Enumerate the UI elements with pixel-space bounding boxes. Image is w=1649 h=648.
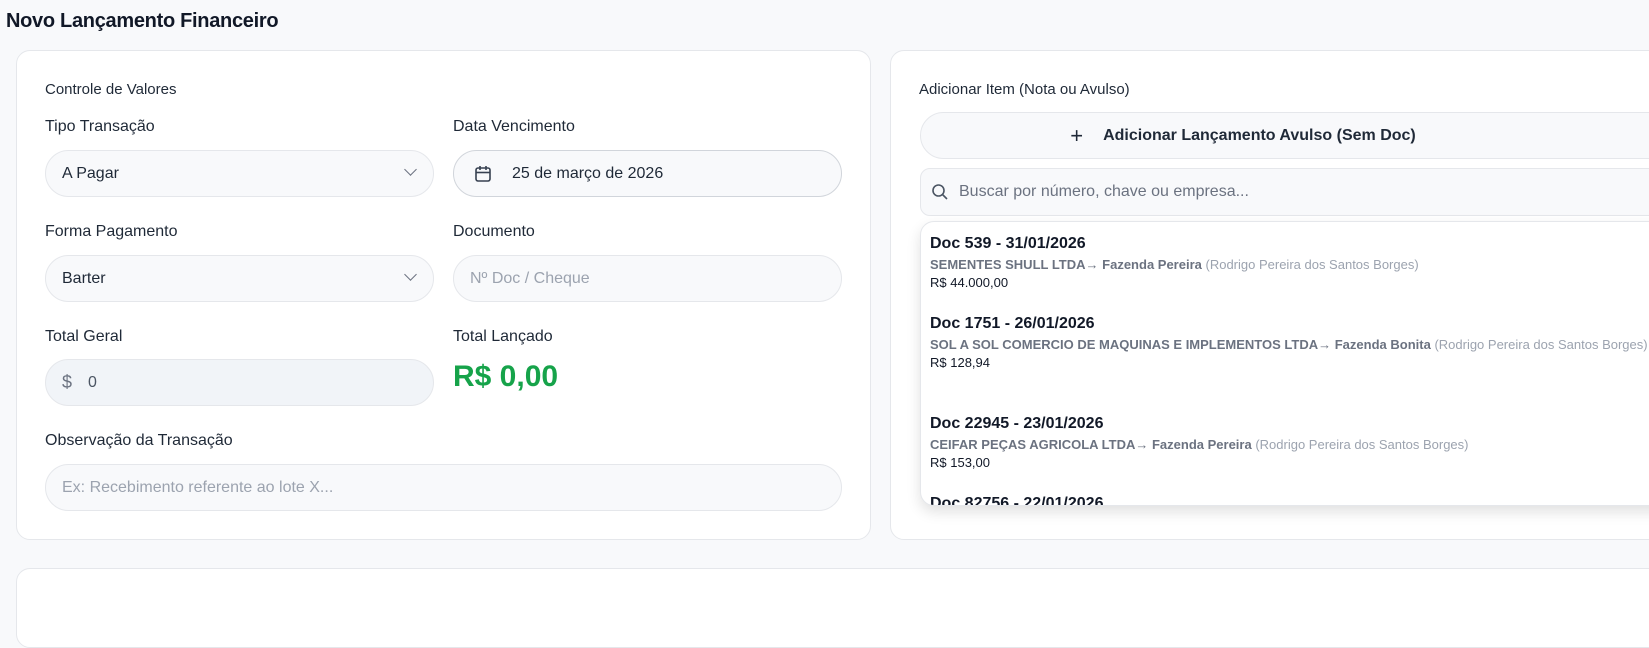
total-geral-input: $ 0 xyxy=(45,359,434,406)
item-owner: (Rodrigo Pereira dos Santos Borges) xyxy=(1434,337,1648,352)
section-title: Controle de Valores xyxy=(45,81,177,98)
tipo-label: Tipo Transação xyxy=(45,118,155,135)
item-value: R$ 44.000,00 xyxy=(930,275,1009,290)
observacao-label: Observação da Transação xyxy=(45,432,233,449)
add-avulso-label: Adicionar Lançamento Avulso (Sem Doc) xyxy=(1103,126,1416,144)
list-item[interactable]: Doc 1751 - 26/01/2026 SOL A SOL COMERCIO… xyxy=(930,314,1649,372)
chevron-down-icon xyxy=(404,163,417,176)
observacao-placeholder: Ex: Recebimento referente ao lote X... xyxy=(62,478,334,496)
documento-placeholder: Nº Doc / Cheque xyxy=(470,269,590,287)
item-title: Doc 539 - 31/01/2026 xyxy=(930,235,1086,252)
forma-select[interactable]: Barter xyxy=(45,255,434,302)
forma-value: Barter xyxy=(62,269,106,287)
item-supplier: CEIFAR PEÇAS AGRICOLA LTDA xyxy=(930,437,1136,452)
tipo-select[interactable]: A Pagar xyxy=(45,150,434,197)
item-owner: (Rodrigo Pereira dos Santos Borges) xyxy=(1205,257,1419,272)
item-title: Doc 22945 - 23/01/2026 xyxy=(930,415,1104,432)
list-item[interactable]: Doc 82756 - 22/01/2026 xyxy=(930,494,1649,506)
page-title: Novo Lançamento Financeiro xyxy=(6,10,279,32)
tipo-value: A Pagar xyxy=(62,164,119,182)
total-lancado-value: R$ 0,00 xyxy=(453,360,559,393)
vencimento-value: 25 de março de 2026 xyxy=(512,164,664,182)
documento-input[interactable]: Nº Doc / Cheque xyxy=(453,255,842,302)
vencimento-label: Data Vencimento xyxy=(453,118,575,135)
item-farm: Fazenda Pereira xyxy=(1102,257,1202,272)
add-avulso-button[interactable]: + Adicionar Lançamento Avulso (Sem Doc) xyxy=(920,112,1649,159)
search-icon xyxy=(932,184,948,200)
item-title: Doc 1751 - 26/01/2026 xyxy=(930,315,1095,332)
item-value: R$ 128,94 xyxy=(930,355,990,370)
total-geral-label: Total Geral xyxy=(45,328,123,345)
total-geral-value: 0 xyxy=(88,373,97,391)
arrow-icon: → xyxy=(1318,337,1332,352)
item-farm: Fazenda Bonita xyxy=(1334,337,1431,352)
item-farm: Fazenda Pereira xyxy=(1151,437,1252,452)
item-supplier: SEMENTES SHULL LTDA xyxy=(930,257,1086,272)
total-lancado-label: Total Lançado xyxy=(453,328,553,345)
forma-label: Forma Pagamento xyxy=(45,223,178,240)
list-item[interactable]: Doc 539 - 31/01/2026 SEMENTES SHULL LTDA… xyxy=(930,234,1649,292)
item-title: Doc 82756 - 22/01/2026 xyxy=(930,495,1104,506)
item-value: R$ 153,00 xyxy=(930,455,990,470)
list-item[interactable]: Doc 22945 - 23/01/2026 CEIFAR PEÇAS AGRI… xyxy=(930,414,1649,472)
arrow-icon: → xyxy=(1085,257,1099,272)
documento-label: Documento xyxy=(453,223,535,240)
item-supplier: SOL A SOL COMERCIO DE MAQUINAS E IMPLEME… xyxy=(930,337,1319,352)
item-owner: (Rodrigo Pereira dos Santos Borges) xyxy=(1255,437,1469,452)
search-input[interactable]: Buscar por número, chave ou empresa... xyxy=(920,168,1649,216)
observacao-input[interactable]: Ex: Recebimento referente ao lote X... xyxy=(45,464,842,511)
bottom-card xyxy=(16,568,1649,648)
calendar-icon xyxy=(475,165,491,182)
search-placeholder: Buscar por número, chave ou empresa... xyxy=(959,183,1249,200)
chevron-down-icon xyxy=(404,268,417,281)
vencimento-date-picker[interactable]: 25 de março de 2026 xyxy=(453,150,842,197)
plus-icon: + xyxy=(1070,122,1084,148)
arrow-icon: → xyxy=(1135,437,1149,452)
dollar-icon: $ xyxy=(62,372,73,392)
add-item-title: Adicionar Item (Nota ou Avulso) xyxy=(919,81,1130,98)
document-dropdown-list[interactable]: Doc 539 - 31/01/2026 SEMENTES SHULL LTDA… xyxy=(920,221,1649,506)
